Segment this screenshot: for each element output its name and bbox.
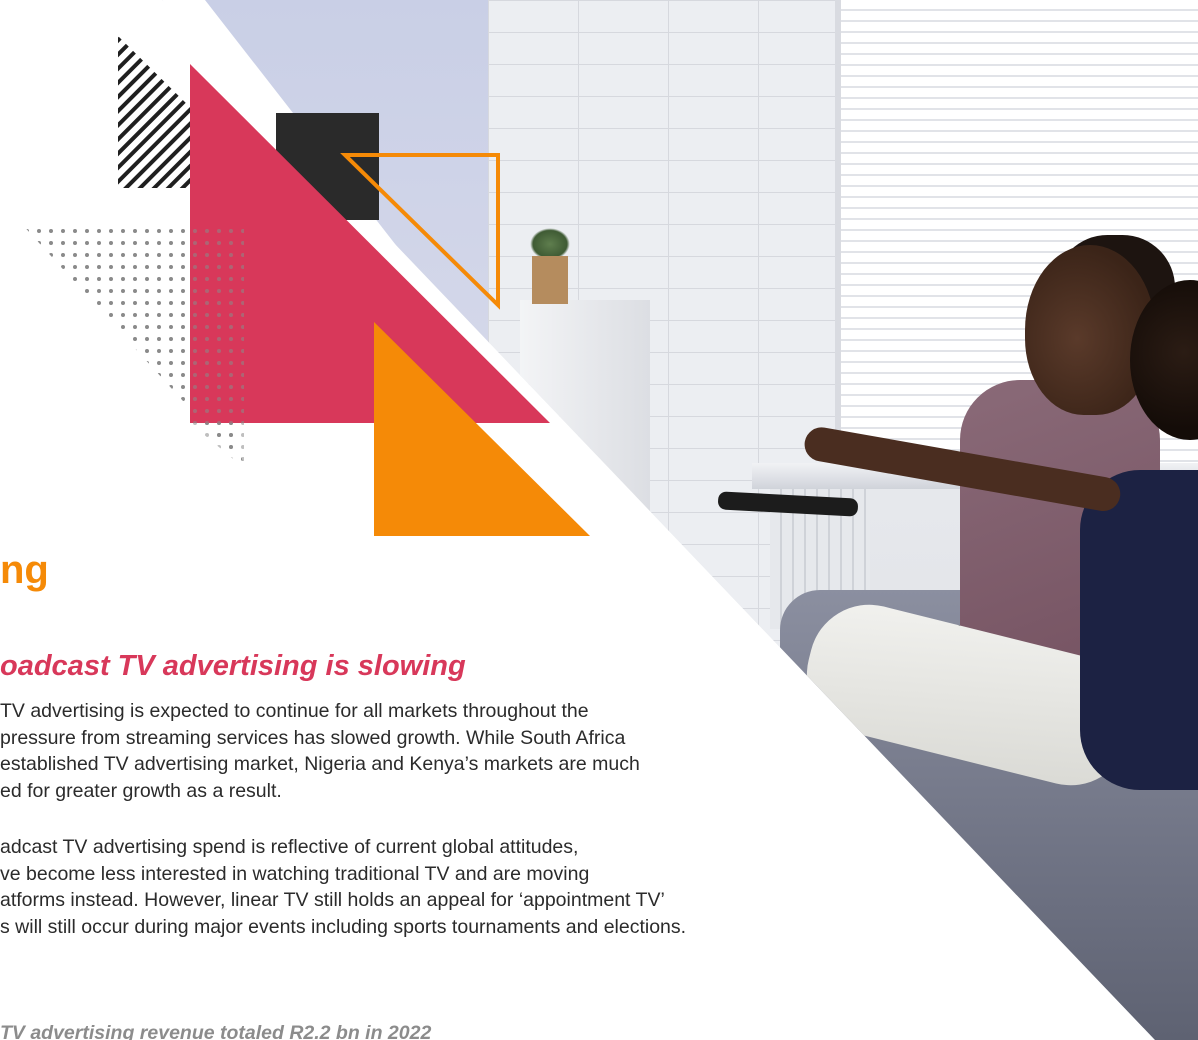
dots-overlay [190, 222, 244, 468]
paragraph-line: ve become less interested in watching tr… [0, 862, 590, 885]
footnote-stat: TV advertising revenue totaled R2.2 bn i… [0, 1022, 432, 1040]
decorative-shapes [20, 0, 610, 536]
paragraph-line: TV advertising is expected to continue f… [0, 700, 589, 722]
paragraph-line: atforms instead. However, linear TV stil… [0, 889, 665, 911]
paragraph-line: ed for greater growth as a result. [0, 779, 282, 802]
paragraph-line: adcast TV advertising spend is reflectiv… [0, 836, 579, 858]
paragraph-2: adcast TV advertising spend is reflectiv… [0, 834, 686, 940]
report-page: ng oadcast TV advertising is slowing TV … [0, 0, 1198, 1040]
woman-top [1080, 470, 1198, 790]
section-title: ng [0, 548, 49, 592]
paragraph-line: established TV advertising market, Niger… [0, 753, 640, 775]
paragraph-line: pressure from streaming services has slo… [0, 726, 626, 749]
paragraph-1: TV advertising is expected to continue f… [0, 698, 640, 804]
paragraph-line: s will still occur during major events i… [0, 915, 687, 938]
orange-triangle [374, 322, 590, 536]
subheading: oadcast TV advertising is slowing [0, 650, 466, 682]
